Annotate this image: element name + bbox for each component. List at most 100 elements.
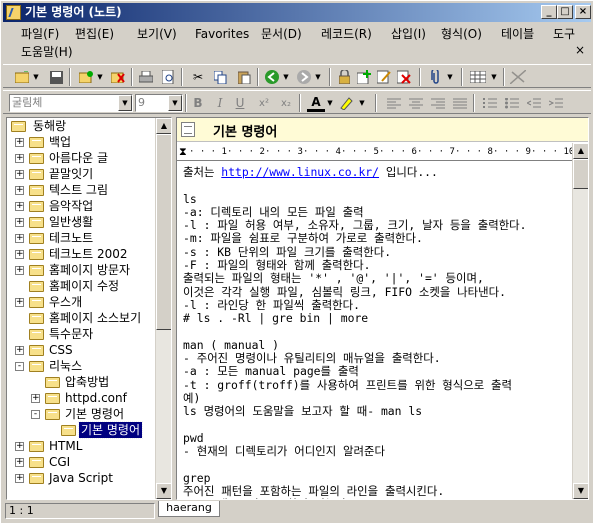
menu-format[interactable]: 형식(O) [437, 25, 486, 43]
minimize-button[interactable]: _ [541, 5, 557, 19]
expand-icon[interactable]: + [15, 346, 24, 355]
expand-icon[interactable]: + [15, 202, 24, 211]
collapse-icon[interactable]: - [31, 410, 40, 419]
delete-record-icon[interactable] [395, 68, 413, 86]
outdent-icon[interactable] [525, 94, 543, 112]
new-dropdown-icon[interactable]: ▼ [31, 68, 41, 86]
bullet-list-icon[interactable] [503, 94, 521, 112]
menu-view[interactable]: 보기(V) [133, 25, 181, 43]
superscript-icon[interactable]: x² [255, 94, 273, 112]
note-tree[interactable]: 동해랑 + 백업 + 아름다운 글 + 끝말잇기 + 텍스트 그림 + 음악작업 + 일반생활 + 테크노… [6, 117, 172, 500]
font-color-icon[interactable]: A [307, 94, 325, 112]
ruler-tick: · · · 10 [531, 147, 572, 157]
ruler-marker-icon[interactable]: ⧗ [179, 143, 187, 160]
size-combo[interactable]: 9 ▼ [135, 94, 183, 112]
draw-icon[interactable] [509, 68, 527, 86]
note-body[interactable]: 출처는 http://www.linux.co.kr/ 입니다... ls -a… [183, 165, 569, 499]
app-icon[interactable] [6, 5, 21, 20]
collapse-icon[interactable]: - [15, 362, 24, 371]
expand-icon[interactable]: + [31, 394, 40, 403]
new-note-icon[interactable] [77, 68, 95, 86]
edit-record-icon[interactable] [375, 68, 393, 86]
underline-icon[interactable]: U [231, 94, 249, 112]
tree-node-label: 홈페이지 수정 [49, 279, 120, 293]
tree-node-label: 텍스트 그림 [49, 183, 109, 197]
menu-record[interactable]: 레코드(R) [317, 25, 376, 43]
expand-icon[interactable]: + [15, 458, 24, 467]
print-preview-icon[interactable] [159, 68, 177, 86]
expand-icon[interactable]: + [15, 266, 24, 275]
forward-dropdown-icon[interactable]: ▼ [313, 68, 323, 86]
expand-icon[interactable]: + [15, 186, 24, 195]
expand-icon[interactable]: + [15, 298, 24, 307]
editor-scrollbar[interactable]: ▲ ▼ [572, 143, 588, 499]
menu-help[interactable]: 도움말(H) [17, 43, 77, 61]
print-icon[interactable] [137, 68, 155, 86]
document-close-icon[interactable]: × [575, 43, 585, 57]
close-button[interactable]: × [575, 5, 591, 19]
lock-icon[interactable] [335, 68, 353, 86]
menu-table[interactable]: 테이블 [497, 25, 538, 43]
scroll-down-icon[interactable]: ▼ [573, 483, 588, 499]
scroll-thumb[interactable] [156, 134, 171, 330]
back-icon[interactable] [263, 68, 281, 86]
back-dropdown-icon[interactable]: ▼ [281, 68, 291, 86]
subscript-icon[interactable]: x₂ [277, 94, 295, 112]
align-right-icon[interactable] [429, 94, 447, 112]
scroll-down-icon[interactable]: ▼ [156, 483, 171, 499]
expand-icon[interactable]: + [15, 250, 24, 259]
expand-icon[interactable]: + [15, 234, 24, 243]
indent-icon[interactable] [547, 94, 565, 112]
expand-icon[interactable]: + [15, 154, 24, 163]
forward-icon[interactable] [295, 68, 313, 86]
title-bar[interactable]: 기본 명령어 (노트) _ □ × [3, 3, 591, 22]
maximize-button[interactable]: □ [557, 5, 573, 19]
menu-file[interactable]: 파일(F) [17, 25, 63, 43]
numbered-list-icon[interactable] [481, 94, 499, 112]
table-icon[interactable] [469, 68, 487, 86]
menu-favorites[interactable]: Favorites [191, 25, 253, 43]
menu-document[interactable]: 문서(D) [257, 25, 306, 43]
ruler-tick: · · · 2 [227, 147, 265, 157]
tree-scrollbar[interactable]: ▲ ▼ [155, 118, 171, 499]
font-color-dropdown-icon[interactable]: ▼ [325, 94, 335, 112]
tree-node-label: Java Script [49, 471, 113, 485]
align-center-icon[interactable] [407, 94, 425, 112]
table-dropdown-icon[interactable]: ▼ [489, 68, 499, 86]
menu-insert[interactable]: 삽입(I) [387, 25, 430, 43]
attach-dropdown-icon[interactable]: ▼ [445, 68, 455, 86]
bold-icon[interactable]: B [189, 94, 207, 112]
source-link[interactable]: http://www.linux.co.kr/ [221, 165, 379, 179]
expand-icon[interactable]: + [15, 138, 24, 147]
expand-icon[interactable]: + [15, 474, 24, 483]
paste-icon[interactable] [235, 68, 253, 86]
notebook-tab[interactable]: haerang [158, 501, 220, 517]
justify-icon[interactable] [451, 94, 469, 112]
chevron-down-icon[interactable]: ▼ [168, 95, 182, 111]
expand-icon[interactable]: + [15, 442, 24, 451]
add-record-icon[interactable] [355, 68, 373, 86]
expand-icon[interactable]: + [15, 170, 24, 179]
chevron-down-icon[interactable]: ▼ [118, 95, 132, 111]
new-folder-icon[interactable] [13, 68, 31, 86]
highlight-dropdown-icon[interactable]: ▼ [357, 94, 367, 112]
attach-icon[interactable] [427, 68, 445, 86]
expand-icon[interactable]: + [15, 218, 24, 227]
save-icon[interactable] [47, 68, 65, 86]
menu-tools[interactable]: 도구 [549, 25, 579, 43]
ruler[interactable]: ⧗ · · · 1 · · · 2 · · · 3 · · · 4 · · · 5 · ·… [177, 143, 572, 161]
highlight-icon[interactable] [337, 94, 355, 112]
scroll-up-icon[interactable]: ▲ [156, 118, 171, 134]
cut-icon[interactable]: ✂ [189, 68, 207, 86]
font-combo[interactable]: 굴림체 ▼ [9, 94, 133, 112]
italic-icon[interactable]: I [211, 94, 229, 112]
ruler-tick: · · · 4 [303, 147, 341, 157]
note-dropdown-icon[interactable]: ▼ [95, 68, 105, 86]
copy-icon[interactable] [211, 68, 229, 86]
scroll-thumb[interactable] [573, 159, 588, 189]
scroll-up-icon[interactable]: ▲ [573, 143, 588, 159]
delete-note-icon[interactable] [109, 68, 127, 86]
menu-edit[interactable]: 편집(E) [71, 25, 118, 43]
toolbar-separator [419, 68, 421, 86]
align-left-icon[interactable] [385, 94, 403, 112]
